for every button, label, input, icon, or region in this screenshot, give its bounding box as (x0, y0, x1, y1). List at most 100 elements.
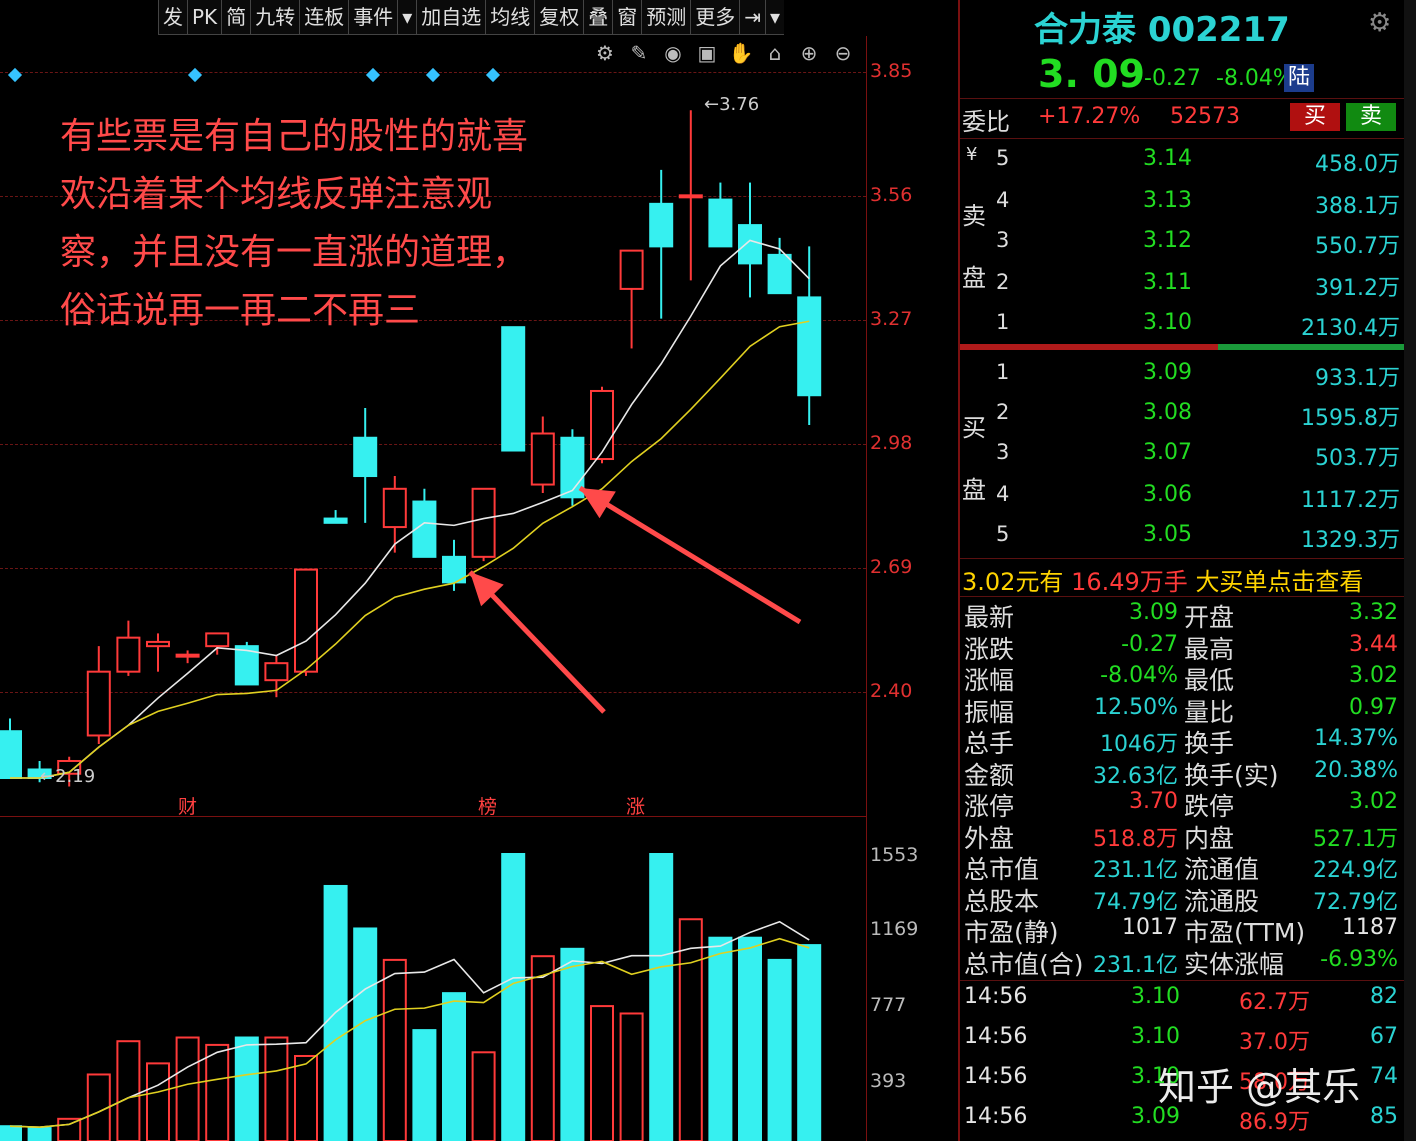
volume-bar (797, 944, 822, 1141)
quote-panel: 合力泰 002217 ⚙ 3. 09 -0.27 -8.04% 陆 委比 +17… (960, 0, 1416, 1141)
candle-body (0, 730, 22, 779)
big-order-banner[interactable]: 3.02元有 16.49万手 大买单点击查看 (962, 562, 1363, 597)
info-value: 3.32 (1349, 600, 1398, 625)
bid-price[interactable]: 3.05 (1080, 522, 1192, 547)
price-tick: 3.27 (870, 308, 913, 330)
bid-volume: 503.7万 (1315, 446, 1400, 471)
price-change-pct: -8.04% (1216, 66, 1294, 91)
ask-volume: 2130.4万 (1301, 316, 1400, 341)
buy-button[interactable]: 买 (1290, 103, 1340, 131)
ma10-line (10, 320, 810, 779)
candle-body (294, 568, 318, 673)
volume-bar (501, 853, 526, 1141)
big-order-price: 3.02元有 (962, 568, 1064, 596)
annotation-text: 有些票是有自己的股性的就喜欢沿着某个均线反弹注意观察，并且没有一直涨的道理，俗话… (60, 116, 529, 331)
candle-body (738, 224, 762, 265)
tick-price: 3.10 (1131, 984, 1180, 1009)
volume-bar (678, 918, 703, 1141)
ask-level: 1 (996, 310, 1010, 334)
ask-ratio-bar (960, 344, 1218, 350)
bid-price[interactable]: 3.07 (1080, 440, 1192, 465)
bid-price[interactable]: 3.06 (1080, 482, 1192, 507)
tick-count: 82 (1370, 984, 1398, 1009)
ask-price[interactable]: 3.13 (1080, 188, 1192, 213)
info-value: -8.04% (1100, 663, 1178, 688)
candle-body (471, 487, 496, 558)
candle-body (86, 670, 111, 737)
divider (960, 558, 1416, 559)
divider (960, 138, 1416, 139)
ask-price[interactable]: 3.12 (1080, 228, 1192, 253)
candle-body (146, 640, 170, 648)
order-ratio-vol: 52573 (1170, 104, 1240, 129)
bid-side-label: 盘 (962, 476, 986, 504)
bid-price[interactable]: 3.09 (1080, 360, 1192, 385)
info-value: 527.1万 (1313, 826, 1398, 852)
volume-bar (619, 1012, 644, 1141)
volume-bar (353, 927, 378, 1141)
volume-bar (116, 1040, 141, 1141)
info-value: 12.50% (1094, 694, 1178, 720)
ask-price[interactable]: 3.14 (1080, 146, 1192, 171)
volume-bar (175, 1036, 200, 1141)
info-value: 3.09 (1129, 600, 1178, 625)
annotation-arrow-2-head (580, 488, 616, 519)
candle-body (205, 632, 230, 648)
price-tick: 2.69 (870, 556, 913, 578)
watermark: 知乎 @其乐 (1158, 1065, 1361, 1109)
big-order-vol: 16.49万手 (1071, 568, 1188, 596)
price-tick: 2.98 (870, 432, 913, 454)
tick-time: 14:56 (964, 1024, 1028, 1049)
bid-price[interactable]: 3.08 (1080, 400, 1192, 425)
info-value: 72.79亿 (1313, 889, 1398, 915)
bid-level: 4 (996, 482, 1010, 506)
volume-bar (27, 1127, 52, 1141)
volume-bar (146, 1062, 170, 1141)
bid-level: 5 (996, 522, 1010, 546)
pane-divider (0, 816, 866, 817)
sell-button[interactable]: 卖 (1346, 103, 1396, 131)
event-marker-finance[interactable]: 财 (178, 792, 197, 819)
volume-bar (560, 947, 585, 1141)
volume-bar (708, 936, 733, 1141)
ask-price[interactable]: 3.10 (1080, 310, 1192, 335)
candle-body (116, 636, 141, 673)
candle-body (590, 389, 614, 461)
gear-icon[interactable]: ⚙ (1368, 8, 1391, 38)
event-marker-list[interactable]: 榜 (478, 792, 497, 819)
divider (960, 980, 1416, 981)
bid-level: 1 (996, 360, 1010, 384)
annotation-arrow-2 (578, 485, 802, 625)
volume-bar (471, 1051, 496, 1141)
ask-volume: 388.1万 (1315, 194, 1400, 219)
info-value: 231.1亿 (1093, 858, 1178, 883)
candle-body (708, 198, 733, 248)
ask-price[interactable]: 3.11 (1080, 270, 1192, 295)
info-value: 20.38% (1314, 757, 1398, 783)
divider (960, 596, 1416, 597)
tick-time: 14:56 (964, 984, 1028, 1009)
event-marker-limit[interactable]: 涨 (626, 792, 645, 819)
bid-volume: 933.1万 (1315, 366, 1400, 391)
high-price-mark: ←3.76 (704, 94, 760, 115)
volume-bar (382, 958, 407, 1141)
kline-chart-pane[interactable]: 发 PK 简九转 连板 事件 ▾ 加自选 均线 复权叠窗预测 更多 ⇥ ▾ ⚙ ✎ ◉ ▣ ✋ ⌂ ⊕… (0, 0, 958, 1141)
last-price: 3. 09 (1038, 52, 1145, 96)
volume-bar (57, 1117, 82, 1141)
ask-level: 2 (996, 270, 1010, 294)
price-axis-line (866, 36, 867, 1141)
volume-bar (205, 1043, 230, 1141)
volume-tick: 393 (870, 1070, 907, 1092)
info-label: 实体涨幅 (1184, 949, 1285, 979)
right-scroll-strip[interactable] (1404, 0, 1416, 1141)
volume-bar (234, 1036, 259, 1141)
info-value: 1046万 (1100, 732, 1178, 757)
volume-tick: 1553 (870, 844, 919, 866)
candle-body (767, 253, 792, 295)
volume-bar (738, 936, 762, 1141)
info-value: 3.02 (1349, 789, 1398, 814)
big-order-link: 大买单点击查看 (1195, 568, 1364, 596)
stock-title: 合力泰 002217 (1034, 10, 1290, 50)
bid-volume: 1117.2万 (1301, 488, 1400, 513)
info-value: -0.27 (1121, 631, 1178, 657)
